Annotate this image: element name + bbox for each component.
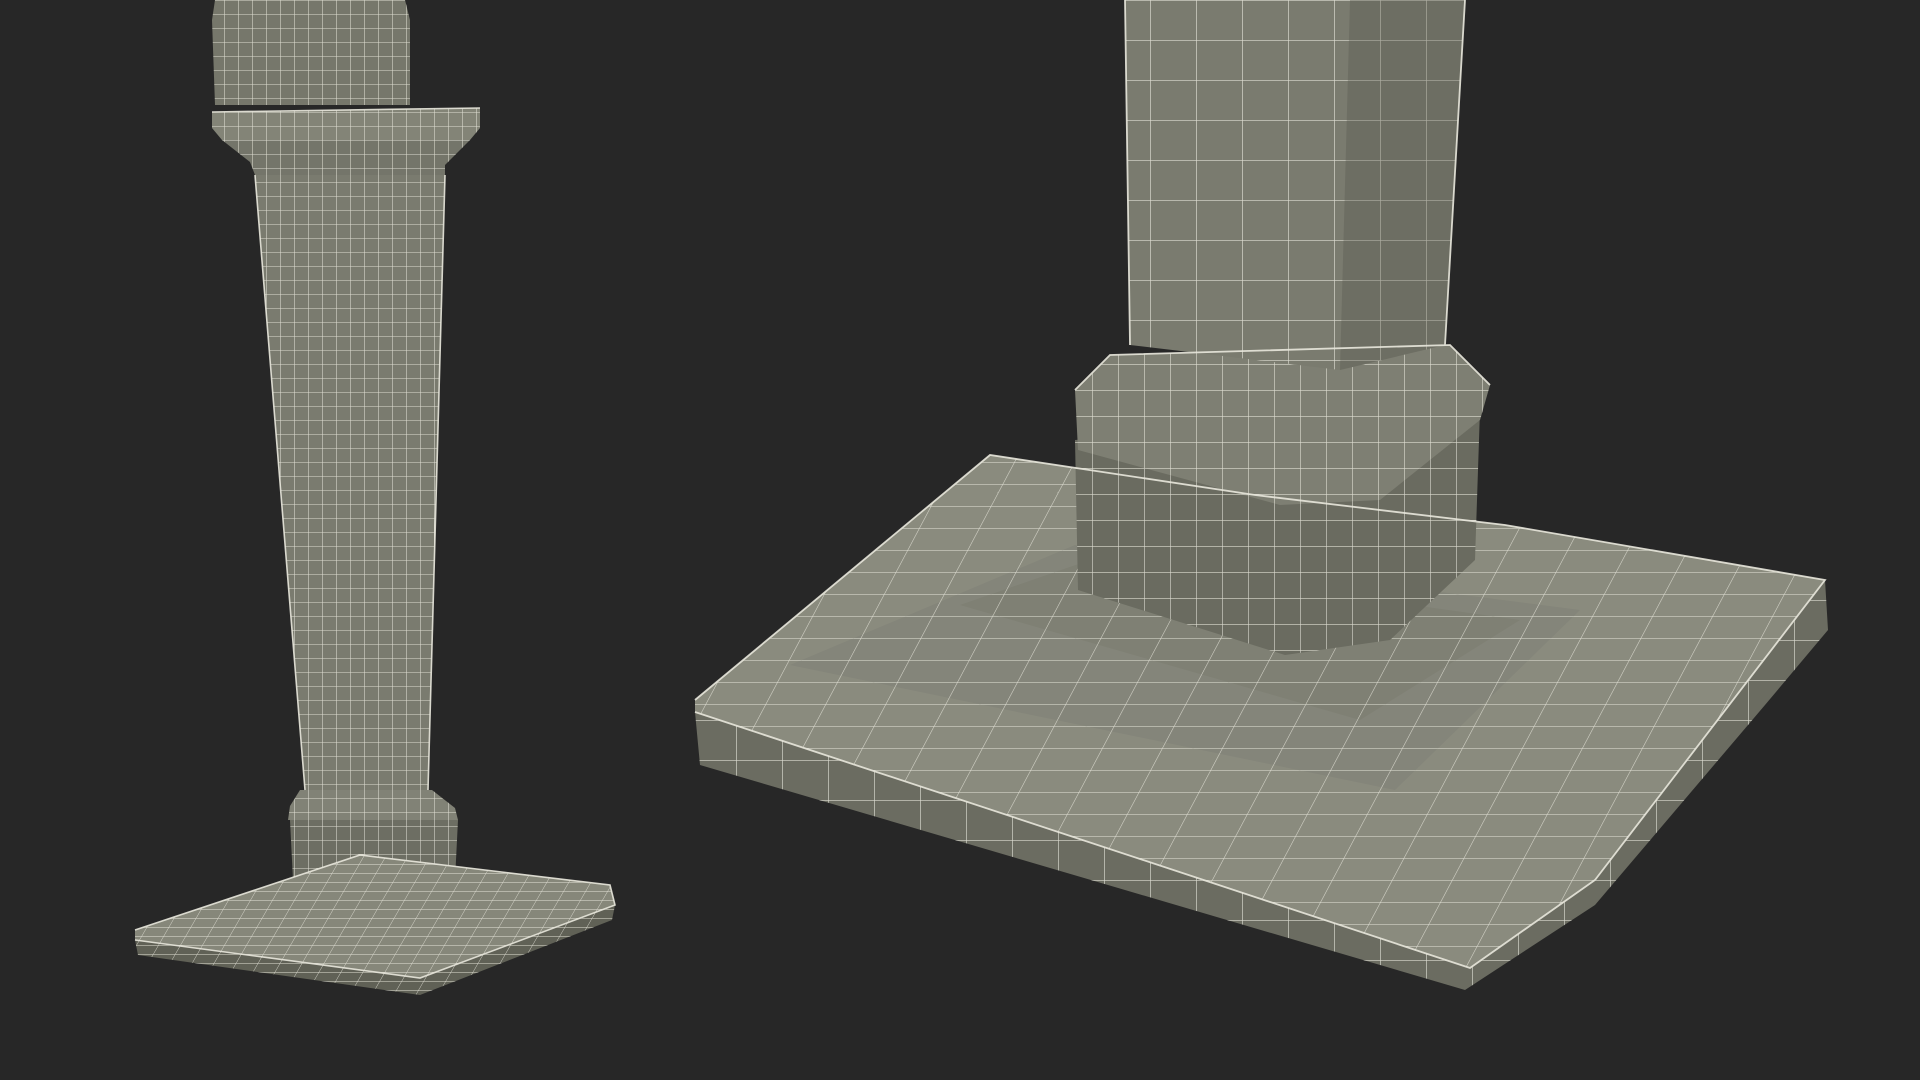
render-viewport	[0, 0, 1920, 1080]
pedestal-column-full-view	[134, 0, 616, 995]
wireframe-render	[134, 0, 1828, 995]
pedestal-base-closeup	[694, 0, 1828, 990]
